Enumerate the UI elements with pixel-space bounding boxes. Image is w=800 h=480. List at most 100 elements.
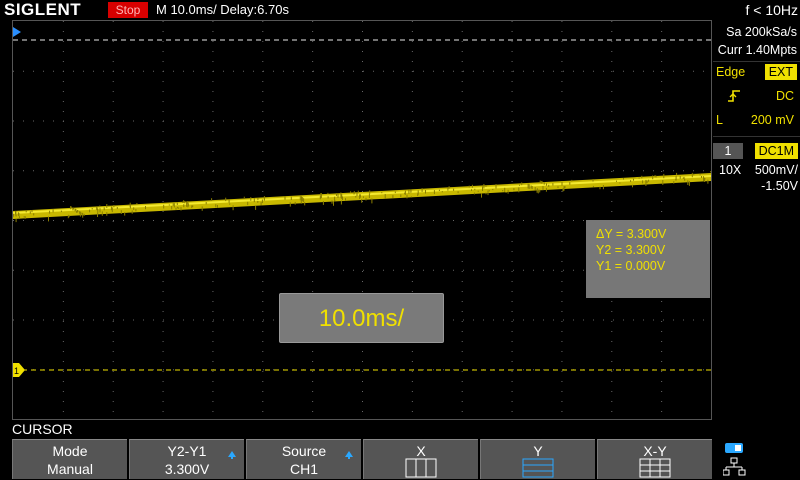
- graticule-dot: [103, 170, 104, 172]
- softkey-mode[interactable]: Mode Manual: [12, 439, 127, 479]
- graticule-dot: [661, 51, 663, 52]
- ch1-header-row[interactable]: 1 DC1M: [713, 141, 800, 161]
- graticule-dot: [312, 131, 314, 132]
- waveform-noise-speck: [29, 211, 31, 214]
- softkey-x-cursor[interactable]: X: [363, 439, 478, 479]
- graticule-dot: [533, 120, 534, 122]
- graticule-dot: [262, 141, 264, 142]
- graticule-dot: [323, 170, 324, 172]
- graticule-dot: [633, 369, 634, 371]
- graticule-dot: [112, 351, 114, 352]
- graticule-dot: [683, 70, 684, 72]
- softkey-xy-cursor[interactable]: X-Y: [597, 439, 712, 479]
- graticule-dot: [362, 101, 363, 102]
- graticule-dot: [312, 151, 314, 152]
- graticule-dot: [43, 120, 44, 122]
- graticule-dot: [633, 319, 634, 321]
- graticule-dot: [162, 161, 164, 162]
- waveform-noise-speck: [191, 205, 193, 209]
- graticule-dot: [312, 121, 314, 122]
- softkey-source[interactable]: Source CH1: [246, 439, 361, 479]
- graticule-dot: [312, 21, 314, 22]
- graticule-dot: [273, 369, 274, 371]
- waveform-noise-speck: [365, 197, 367, 201]
- graticule-dot: [153, 269, 154, 271]
- run-state-badge[interactable]: Stop: [108, 2, 148, 18]
- graticule-dot: [461, 311, 463, 312]
- graticule-dot: [233, 70, 234, 72]
- graticule-dot: [461, 261, 463, 262]
- graticule-dot: [561, 331, 563, 332]
- graticule-dot: [553, 70, 554, 72]
- graticule-dot: [511, 281, 513, 282]
- waveform-noise-speck: [215, 204, 217, 208]
- graticule-dot: [611, 301, 613, 302]
- graticule-dot: [162, 51, 164, 52]
- graticule-dot: [112, 251, 114, 252]
- graticule-dot: [411, 91, 413, 92]
- waveform-noise-speck: [168, 204, 170, 206]
- graticule-dot: [583, 319, 584, 321]
- waveform-noise-speck: [471, 189, 472, 191]
- graticule-dot: [443, 220, 444, 221]
- graticule-dot: [661, 61, 663, 62]
- graticule-dot: [33, 269, 34, 271]
- graticule-dot: [461, 161, 463, 162]
- trigger-level-row[interactable]: L 200 mV: [713, 110, 800, 130]
- graticule-dot: [203, 269, 204, 271]
- trigger-source-badge: EXT: [764, 64, 797, 80]
- waveform-noise-speck: [368, 193, 370, 198]
- graticule-dot: [703, 319, 704, 321]
- softkey-y2-y1[interactable]: Y2-Y1 3.300V: [129, 439, 244, 479]
- graticule-dot: [362, 171, 363, 172]
- graticule-dot: [303, 269, 304, 271]
- graticule-dot: [362, 71, 363, 72]
- graticule-dot: [333, 369, 334, 371]
- trigger-position-marker[interactable]: [13, 27, 21, 37]
- graticule-dot: [393, 269, 394, 271]
- graticule-dot: [363, 170, 364, 172]
- graticule-dot: [523, 120, 524, 122]
- graticule-dot: [112, 391, 114, 392]
- graticule-dot: [513, 120, 514, 122]
- graticule-dot: [583, 70, 584, 72]
- graticule-dot: [561, 61, 563, 62]
- graticule-dot: [661, 191, 663, 192]
- graticule-dot: [212, 281, 214, 282]
- softkey-y-cursor[interactable]: Y: [480, 439, 595, 479]
- graticule-dot: [262, 81, 264, 82]
- graticule-dot: [62, 371, 64, 372]
- trigger-level: 200 mV: [750, 113, 794, 127]
- graticule-dot: [212, 351, 214, 352]
- graticule-dot: [312, 351, 314, 352]
- graticule-dot: [411, 31, 413, 32]
- trigger-type[interactable]: Edge EXT: [713, 62, 800, 82]
- waveform-noise-speck: [545, 187, 547, 192]
- graticule-dot: [511, 121, 513, 122]
- graticule-dot: [513, 220, 514, 221]
- graticule-dot: [661, 361, 663, 362]
- waveform-noise-speck: [60, 210, 62, 213]
- graticule-dot: [143, 120, 144, 122]
- graticule-dot: [563, 170, 564, 172]
- graticule-dot: [511, 111, 513, 112]
- graticule-dot: [153, 220, 154, 221]
- graticule-dot: [193, 120, 194, 122]
- graticule-dot: [353, 70, 354, 72]
- waveform-noise-speck: [113, 205, 115, 208]
- graticule-dot: [312, 101, 314, 102]
- graticule-dot: [461, 41, 463, 42]
- graticule-dot: [383, 220, 384, 221]
- trigger-slope-row[interactable]: DC: [713, 86, 800, 106]
- graticule-dot: [661, 401, 663, 402]
- waveform-noise-speck: [18, 212, 20, 217]
- graticule-dot: [262, 101, 264, 102]
- graticule-dot: [543, 220, 544, 221]
- graticule-dot: [62, 241, 64, 242]
- graticule-dot: [611, 211, 613, 212]
- graticule-dot: [212, 381, 214, 382]
- graticule-dot: [461, 31, 463, 32]
- graticule-dot: [611, 341, 613, 342]
- graticule-dot: [653, 170, 654, 172]
- waveform-noise-speck: [564, 186, 566, 189]
